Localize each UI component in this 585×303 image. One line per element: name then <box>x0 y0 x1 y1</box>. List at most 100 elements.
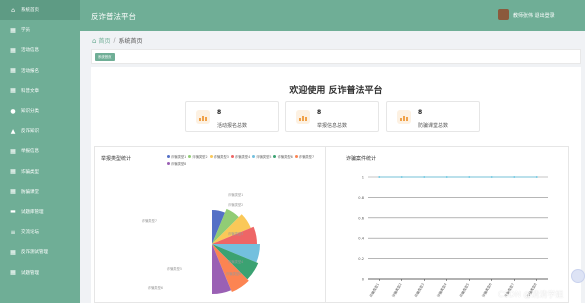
grid-icon: ▦ <box>10 46 16 54</box>
sidebar-item-label: 科普文章 <box>21 88 39 94</box>
avatar[interactable] <box>498 9 509 20</box>
x-tick-label: 诈骗类型3 <box>413 282 425 298</box>
bar-chart-icon <box>196 110 210 124</box>
y-tick-label: 0.2 <box>358 257 364 261</box>
sidebar-item[interactable]: ▦ 诈骗类型 <box>0 162 80 182</box>
list-icon: ≡ <box>10 228 16 236</box>
data-point <box>468 176 471 178</box>
sidebar-item[interactable]: ⌂ 系统首页 <box>0 0 80 21</box>
pie-slice-label: 诈骗类型1 <box>228 192 243 197</box>
data-point <box>513 176 516 178</box>
y-tick-label: 0 <box>362 278 365 282</box>
watermark: CSDN @清清学姐 <box>498 290 564 299</box>
pie-slice-label: 诈骗类型7 <box>142 218 157 223</box>
grid-icon: ▦ <box>10 248 16 256</box>
pie-chart-card: 举报类型统计 诈骗类型1 诈骗类型2 诈骗类型3 诈骗类型4 诈骗类型5 诈骗类型6 诈骗类… <box>94 146 326 303</box>
sidebar-item-label: 举报信息 <box>21 149 39 155</box>
sidebar-item[interactable]: ▲ 反诈知识 <box>0 121 80 141</box>
sidebar-item-label: 系统首页 <box>21 8 39 14</box>
data-point <box>445 176 448 178</box>
stat-label: 举报信息总数 <box>317 123 348 129</box>
y-tick-label: 0.8 <box>358 196 364 200</box>
breadcrumb-current: 系统首页 <box>118 38 143 45</box>
sidebar-item-label: 诈骗类型 <box>21 169 39 175</box>
sidebar-item[interactable]: ▦ 举报信息 <box>0 141 80 161</box>
sidebar: ⌂ 系统首页 ▦ 学员 ▦ 活动信息 ▦ 活动报名 ▦ 科普文章 ● 知识分类 ▲ 反诈知识 ▦ 举报信息 ▦ 诈… <box>0 0 80 303</box>
x-tick-label: 诈骗类型6 <box>480 282 492 298</box>
grid-icon: ▦ <box>10 87 16 95</box>
grid-icon: ▦ <box>10 67 16 75</box>
data-point <box>378 176 381 178</box>
y-tick-label: 0.6 <box>358 216 364 220</box>
pie-slice-label: 诈骗类型6 <box>148 285 163 290</box>
x-tick-label: 诈骗类型2 <box>390 282 402 298</box>
pie-slice-label: 诈骗类型3 <box>228 231 243 236</box>
sidebar-item-label: 反诈知识 <box>21 129 39 135</box>
sidebar-item[interactable]: ▦ 防骗课堂 <box>0 182 80 202</box>
assistant-float-icon[interactable] <box>571 269 585 283</box>
stat-card-classes[interactable]: 8 防骗课堂总数 <box>386 101 480 132</box>
stat-card-reports[interactable]: 8 举报信息总数 <box>285 101 379 132</box>
book-icon: ▬ <box>10 208 16 216</box>
sidebar-item-label: 知识分类 <box>21 109 39 115</box>
sidebar-item[interactable]: ▦ 活动信息 <box>0 40 80 60</box>
breadcrumb-separator: / <box>113 37 116 44</box>
tab-home[interactable]: 系统首页 <box>95 53 115 61</box>
sidebar-item-label: 防骗课堂 <box>21 189 39 195</box>
sidebar-item-label: 反诈测试管理 <box>21 250 48 256</box>
sidebar-item[interactable]: ▦ 学员 <box>0 20 80 40</box>
stat-value: 8 <box>217 109 222 116</box>
sidebar-item[interactable]: ≡ 交流论坛 <box>0 222 80 242</box>
grid-icon: ▦ <box>10 188 16 196</box>
grid-icon: ▦ <box>10 26 16 34</box>
sidebar-item-label: 学员 <box>21 28 30 34</box>
sidebar-item[interactable]: ▦ 活动报名 <box>0 61 80 81</box>
sidebar-item[interactable]: ▬ 试题库管理 <box>0 202 80 222</box>
line-chart: 0 0.2 0.4 0.6 0.8 1 诈骗类型1 诈骗类型2 诈骗类型3 诈骗类型4 诈骗类型5 诈… <box>358 176 548 298</box>
stat-value: 8 <box>317 109 322 116</box>
sidebar-item-label: 活动报名 <box>21 68 39 74</box>
sidebar-item-label: 试题库管理 <box>21 209 44 215</box>
breadcrumb-home[interactable]: 首页 <box>98 36 110 45</box>
stat-label: 防骗课堂总数 <box>418 123 449 129</box>
breadcrumb: ⌂ 首页 / 系统首页 <box>92 36 143 46</box>
top-bar: 反诈普法平台 教师张伟 退出登录 <box>80 0 585 31</box>
tabs-bar: 系统首页 <box>91 49 581 64</box>
y-tick-label: 0.4 <box>358 237 364 241</box>
sidebar-item[interactable]: ▦ 反诈测试管理 <box>0 242 80 262</box>
user-info[interactable]: 教师张伟 退出登录 <box>513 12 555 19</box>
sidebar-item-label: 交流论坛 <box>21 230 39 236</box>
pie-slice-label: 诈骗类型8 <box>226 271 241 276</box>
sidebar-item[interactable]: ● 知识分类 <box>0 101 80 121</box>
pie-slice-label: 诈骗类型4 <box>228 259 243 264</box>
stat-card-signups[interactable]: 8 活动报名总数 <box>185 101 279 132</box>
stat-value: 8 <box>418 109 423 116</box>
grid-icon: ▦ <box>10 269 16 277</box>
dashboard-panel: 欢迎使用 反诈普法平台 8 活动报名总数 8 举报信息总数 8 防骗课堂总数 举… <box>91 67 581 303</box>
user-icon: ● <box>10 107 16 115</box>
bar-chart-icon <box>296 110 310 124</box>
data-point <box>423 176 426 178</box>
data-point <box>400 176 403 178</box>
chart-icon: ▲ <box>10 127 16 135</box>
stat-label: 活动报名总数 <box>217 123 248 129</box>
app-title: 反诈普法平台 <box>91 12 136 21</box>
bar-chart-icon <box>397 110 411 124</box>
sidebar-item-label: 活动信息 <box>21 48 39 54</box>
welcome-heading: 欢迎使用 反诈普法平台 <box>289 86 383 96</box>
sidebar-item-label: 试题管理 <box>21 270 39 276</box>
sidebar-item[interactable]: ▦ 试题管理 <box>0 262 80 282</box>
grid-icon: ▦ <box>10 168 16 176</box>
pie-slice-label: 诈骗类型2 <box>228 202 243 207</box>
pie-slice-label: 诈骗类型5 <box>167 266 182 271</box>
data-point <box>535 176 538 178</box>
y-tick-label: 1 <box>362 176 364 180</box>
x-tick-label: 诈骗类型5 <box>458 282 470 298</box>
sidebar-item[interactable]: ▦ 科普文章 <box>0 81 80 101</box>
home-icon: ⌂ <box>11 6 15 14</box>
x-tick-label: 诈骗类型4 <box>435 282 447 298</box>
pie-chart: 诈骗类型1 诈骗类型2 诈骗类型3 诈骗类型4 诈骗类型5 诈骗类型6 诈骗类型7 诈骗类型8 <box>142 192 260 294</box>
line-chart-card: 诈骗案件统计 0 0.2 0.4 0.6 0.8 1 诈骗类型1 诈骗类型2 诈骗类型3 诈骗类型… <box>325 146 569 303</box>
data-point <box>490 176 493 178</box>
x-tick-label: 诈骗类型1 <box>368 282 380 298</box>
